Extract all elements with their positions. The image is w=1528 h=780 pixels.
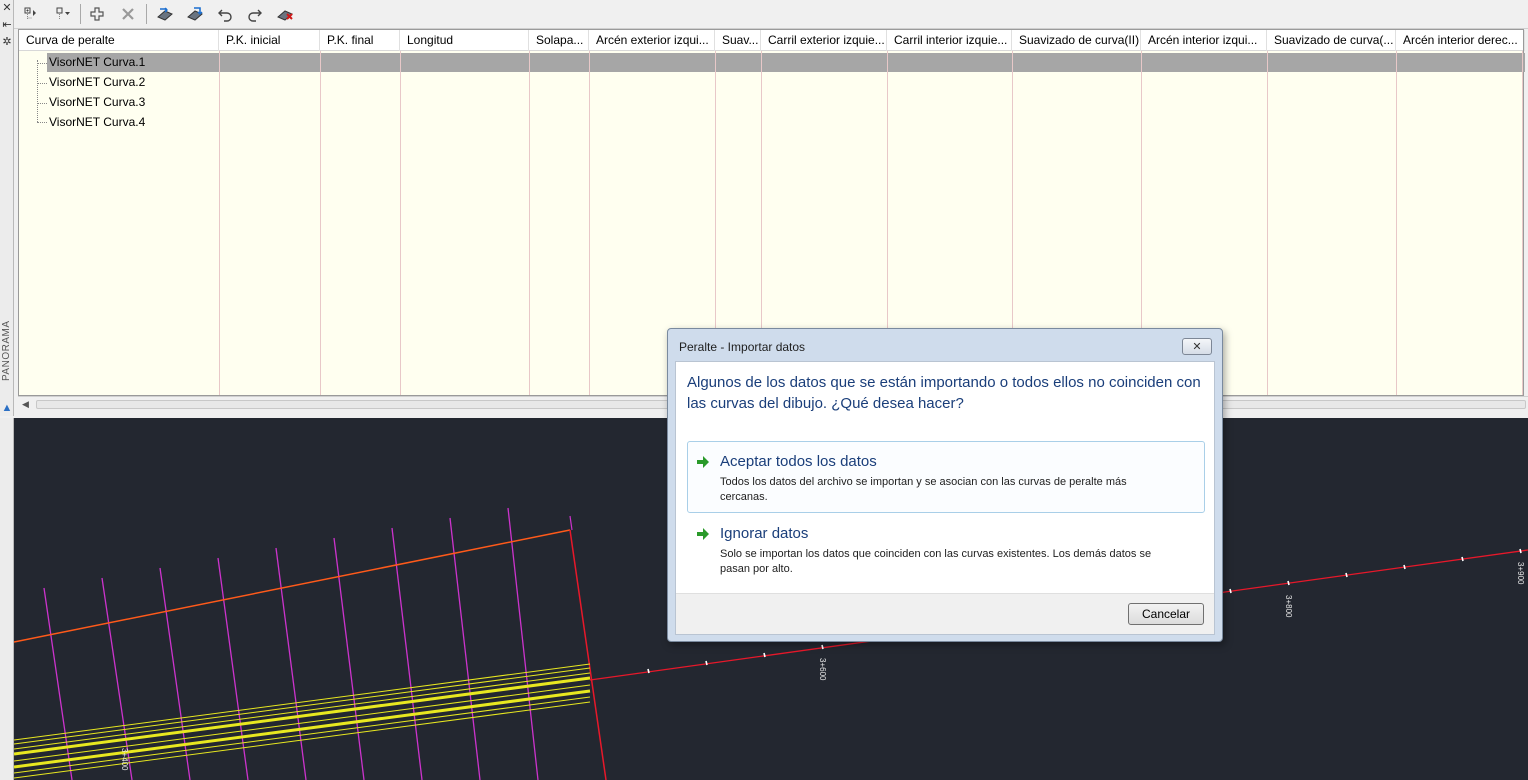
dialog-footer: Cancelar <box>676 593 1214 634</box>
green-arrow-icon <box>697 528 709 540</box>
column-header[interactable]: P.K. inicial <box>219 30 320 51</box>
accept-all-data-option[interactable]: Aceptar todos los datos Todos los datos … <box>687 441 1205 513</box>
column-header[interactable]: P.K. final <box>320 30 400 51</box>
option-description: Todos los datos del archivo se importan … <box>720 476 1127 503</box>
selected-row-highlight <box>47 53 1525 72</box>
boundary-tick <box>569 515 573 531</box>
offset-line <box>14 529 571 643</box>
dialog-title: Peralte - Importar datos <box>679 340 806 354</box>
filter-dropdown-button[interactable] <box>52 3 74 25</box>
column-divider <box>1267 51 1268 395</box>
panorama-label: PANORAMA <box>1 320 12 382</box>
option-description: Solo se importan los datos que coinciden… <box>720 548 1152 575</box>
tree-row-curve-3[interactable]: VisorNET Curva.3 <box>49 92 145 112</box>
tree-connector <box>37 103 47 104</box>
option-title: Ignorar datos <box>720 525 809 542</box>
export-icon <box>187 7 203 21</box>
station-label: 3+400 <box>120 748 129 771</box>
close-icon[interactable]: ✕ <box>1 2 13 14</box>
add-curve-button[interactable] <box>86 3 108 25</box>
column-header[interactable]: Suav... <box>715 30 761 51</box>
tree-row-curve-1[interactable]: VisorNET Curva.1 <box>49 52 145 72</box>
column-header[interactable]: Curva de peralte <box>19 30 219 51</box>
station-label: 3+800 <box>1284 595 1293 618</box>
delete-curve-button[interactable] <box>117 3 139 25</box>
station-label: 3+600 <box>818 658 827 681</box>
tree-row-curve-2[interactable]: VisorNET Curva.2 <box>49 72 145 92</box>
tree-row-curve-4[interactable]: VisorNET Curva.4 <box>49 112 145 132</box>
grid-header: Curva de peralte P.K. inicial P.K. final… <box>19 30 1525 51</box>
ignore-data-option[interactable]: Ignorar datos Solo se importan los datos… <box>687 513 1205 585</box>
toolbar-separator <box>80 4 81 24</box>
tree-filter-icon <box>56 7 70 19</box>
column-divider <box>1522 51 1523 395</box>
auto-hide-icon[interactable]: ⇤ <box>1 19 13 31</box>
tree-connector <box>37 63 47 64</box>
redo-button[interactable] <box>244 3 266 25</box>
import-icon <box>157 7 173 21</box>
toolbar <box>14 0 1528 29</box>
drawing-side-strip <box>0 418 14 780</box>
delete-x-icon <box>122 8 134 20</box>
column-divider <box>529 51 530 395</box>
dialog-body: Algunos de los datos que se están import… <box>675 361 1215 635</box>
import-data-dialog: Peralte - Importar datos ✕ Algunos de lo… <box>667 328 1223 642</box>
column-header[interactable]: Solapa... <box>529 30 589 51</box>
column-header[interactable]: Arcén interior derec... <box>1396 30 1525 51</box>
green-arrow-icon <box>697 456 709 468</box>
cancel-button[interactable]: Cancelar <box>1128 603 1204 625</box>
option-title: Aceptar todos los datos <box>720 453 877 470</box>
dialog-question: Algunos de los datos que se están import… <box>687 374 1201 412</box>
column-divider <box>400 51 401 395</box>
plus-icon <box>90 7 104 21</box>
lane-lines <box>14 663 591 779</box>
tree-connector <box>37 60 38 122</box>
column-header[interactable]: Carril exterior izquie... <box>761 30 887 51</box>
column-divider <box>1396 51 1397 395</box>
column-divider <box>219 51 220 395</box>
undo-button[interactable] <box>214 3 236 25</box>
clear-data-button[interactable] <box>274 3 296 25</box>
column-header[interactable]: Carril interior izquie... <box>887 30 1012 51</box>
clear-data-icon <box>277 10 293 21</box>
redo-icon <box>248 9 262 22</box>
station-label: 3+900 <box>1516 562 1525 585</box>
toolbar-separator <box>146 4 147 24</box>
up-arrow-icon[interactable]: ▲ <box>1 402 13 414</box>
column-header[interactable]: Suavizado de curva(II) <box>1012 30 1141 51</box>
export-button[interactable] <box>184 3 206 25</box>
tree-connector <box>37 83 47 84</box>
column-divider <box>320 51 321 395</box>
column-header[interactable]: Longitud <box>400 30 529 51</box>
column-header[interactable]: Arcén interior izqui... <box>1141 30 1267 51</box>
dialog-close-button[interactable]: ✕ <box>1182 338 1212 355</box>
boundary-line <box>569 529 607 780</box>
scroll-left-icon[interactable]: ◀ <box>22 399 29 410</box>
column-header[interactable]: Arcén exterior izqui... <box>589 30 715 51</box>
tree-expand-icon <box>24 7 36 19</box>
gear-icon[interactable]: ✲ <box>1 36 13 48</box>
panorama-side-strip: ✕ ⇤ ✲ PANORAMA ▲ <box>0 0 14 416</box>
column-divider <box>589 51 590 395</box>
tree-connector <box>37 122 47 123</box>
close-icon: ✕ <box>1192 341 1202 353</box>
column-header[interactable]: Suavizado de curva(... <box>1267 30 1396 51</box>
undo-icon <box>218 9 232 22</box>
import-button[interactable] <box>154 3 176 25</box>
expand-tree-button[interactable] <box>20 3 42 25</box>
